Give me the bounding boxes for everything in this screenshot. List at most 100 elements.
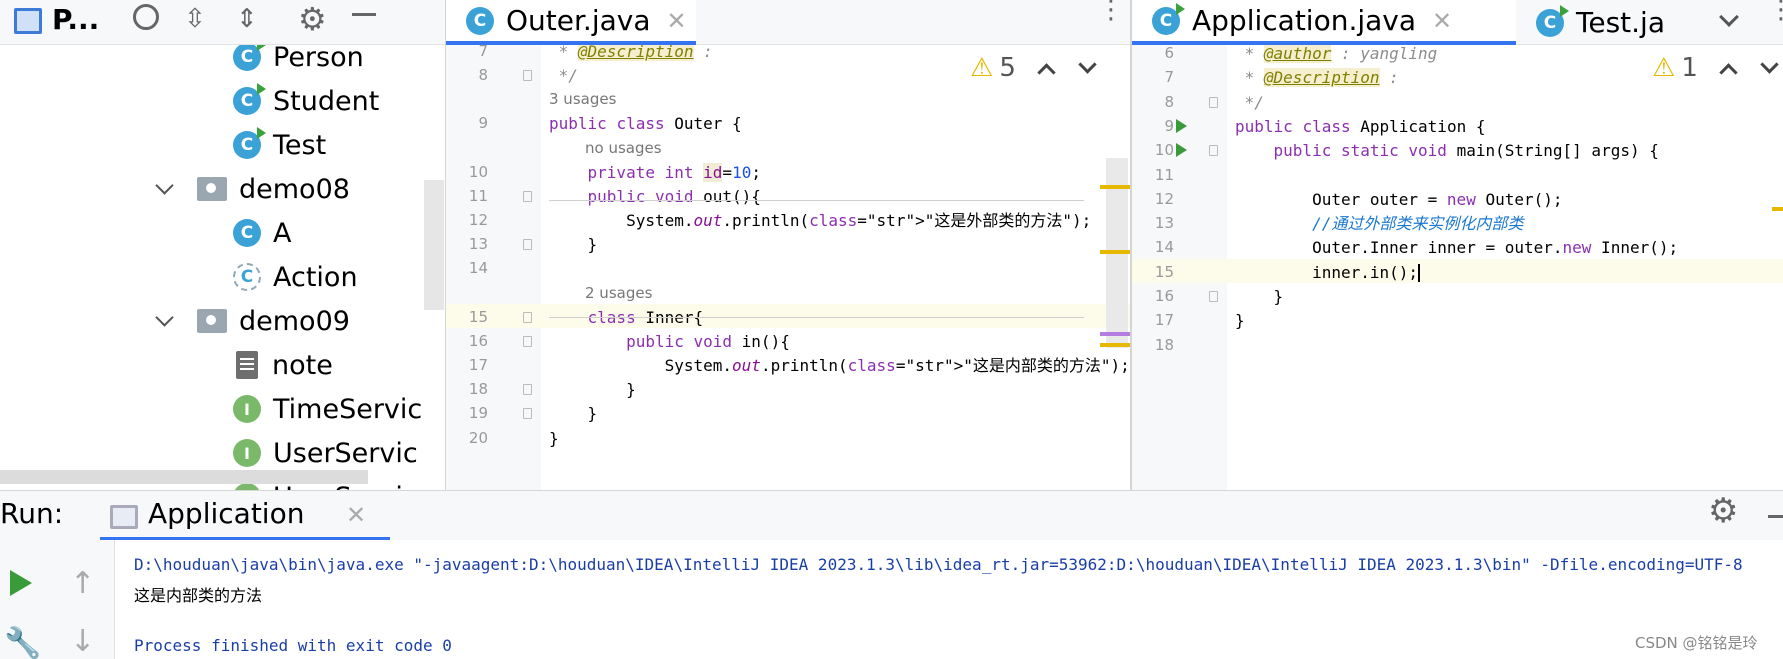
tree-item-note[interactable]: note bbox=[0, 343, 333, 387]
code-line[interactable]: } bbox=[1235, 283, 1284, 310]
fold-marker-icon[interactable] bbox=[523, 311, 532, 323]
left-editor-code[interactable]: * @Description : */3 usages public class … bbox=[541, 45, 1132, 490]
inspection-widget[interactable]: ⚠ 1 bbox=[1652, 53, 1779, 83]
code-line[interactable]: public void in(){ bbox=[549, 328, 790, 355]
console-output-line: 这是内部类的方法 bbox=[134, 586, 263, 605]
fold-marker-icon[interactable] bbox=[1209, 291, 1218, 302]
stripe-marker[interactable] bbox=[1100, 332, 1130, 336]
tree-item-timeservice[interactable]: I TimeServic bbox=[0, 387, 422, 431]
code-line[interactable]: System.out.println(class="str">"这是外部类的方法… bbox=[549, 207, 1091, 234]
stripe-marker[interactable] bbox=[1772, 207, 1783, 211]
fold-marker-icon[interactable] bbox=[523, 70, 532, 82]
run-gutter-icon[interactable] bbox=[1176, 118, 1187, 133]
code-line[interactable]: } bbox=[1235, 307, 1245, 334]
more-tabs-icon[interactable]: ⋮ bbox=[1768, 0, 1783, 23]
chevron-down-icon[interactable] bbox=[1078, 54, 1097, 74]
line-number: 7 bbox=[1164, 68, 1174, 87]
tree-item-userservice[interactable]: I UserServic bbox=[0, 431, 418, 475]
line-number: 16 bbox=[468, 331, 488, 350]
close-icon[interactable]: ✕ bbox=[1432, 7, 1452, 35]
locate-icon[interactable] bbox=[133, 4, 159, 30]
class-icon: C bbox=[233, 127, 266, 159]
run-console[interactable]: D:\houduan\java\bin\java.exe "-javaagent… bbox=[115, 540, 1783, 659]
minimize-icon[interactable] bbox=[1768, 515, 1783, 518]
code-line[interactable]: } bbox=[549, 231, 598, 258]
line-number: 12 bbox=[468, 211, 488, 229]
code-line[interactable]: System.out.println(class="str">"这是内部类的方法… bbox=[549, 352, 1130, 379]
close-icon[interactable]: ✕ bbox=[667, 7, 687, 35]
tab-outer-java[interactable]: C Outer.java ✕ bbox=[446, 0, 696, 45]
fold-marker-icon[interactable] bbox=[1209, 96, 1218, 108]
stripe-marker[interactable] bbox=[1100, 185, 1130, 189]
stripe-marker[interactable] bbox=[1100, 250, 1130, 254]
chevron-up-icon[interactable] bbox=[1719, 62, 1738, 82]
chevron-down-icon[interactable] bbox=[155, 179, 175, 199]
tab-application-java[interactable]: C Application.java ✕ bbox=[1132, 0, 1516, 45]
usage-hint[interactable]: 3 usages bbox=[549, 86, 616, 113]
tree-item-test[interactable]: C Test bbox=[0, 123, 326, 167]
settings-gear-icon[interactable]: ⚙ bbox=[298, 0, 327, 38]
code-line[interactable]: Outer outer = new Outer(); bbox=[1235, 186, 1562, 213]
code-line[interactable]: } bbox=[549, 425, 559, 452]
code-line[interactable]: public void out(){ bbox=[549, 183, 761, 210]
package-folder-icon bbox=[197, 309, 227, 333]
close-icon[interactable]: ✕ bbox=[346, 501, 366, 529]
chevron-up-icon[interactable] bbox=[1037, 62, 1056, 82]
wrench-icon[interactable]: 🔧 bbox=[4, 626, 41, 659]
tree-item-student[interactable]: C Student bbox=[0, 79, 379, 123]
class-icon: C bbox=[1536, 4, 1569, 37]
tree-scrollbar[interactable] bbox=[424, 180, 444, 310]
fold-marker-icon[interactable] bbox=[523, 190, 532, 202]
minimize-icon[interactable] bbox=[352, 13, 376, 16]
fold-marker-icon[interactable] bbox=[523, 239, 532, 251]
fold-marker-icon[interactable] bbox=[1209, 145, 1218, 157]
tree-item-demo09[interactable]: demo09 bbox=[0, 299, 350, 343]
code-line[interactable]: public static void main(String[] args) { bbox=[1235, 137, 1659, 164]
tree-item-action[interactable]: C Action bbox=[0, 255, 358, 299]
code-line[interactable]: } bbox=[549, 376, 636, 403]
tree-item-person[interactable]: C Person bbox=[0, 45, 364, 79]
stripe-marker[interactable] bbox=[1100, 343, 1130, 347]
project-title[interactable]: P... bbox=[52, 3, 99, 36]
console-exit-line: Process finished with exit code 0 bbox=[134, 636, 452, 655]
project-window-icon[interactable] bbox=[14, 8, 42, 34]
panel-divider[interactable] bbox=[1130, 0, 1132, 490]
tab-run-application[interactable]: Application ✕ bbox=[100, 491, 390, 541]
inspection-widget[interactable]: ⚠ 5 bbox=[970, 53, 1097, 83]
tree-item-a[interactable]: CA bbox=[0, 211, 291, 255]
settings-gear-icon[interactable]: ⚙ bbox=[1708, 491, 1738, 531]
code-line[interactable]: inner.in(); bbox=[1235, 259, 1421, 286]
chevron-down-icon[interactable] bbox=[155, 311, 175, 331]
code-line[interactable]: */ bbox=[1235, 89, 1264, 116]
code-line[interactable]: } bbox=[549, 400, 598, 427]
right-editor-code[interactable]: * @author : yangling * @Description : */… bbox=[1227, 45, 1783, 490]
code-line[interactable]: */ bbox=[549, 62, 578, 89]
more-tabs-icon[interactable]: ⋮ bbox=[1098, 0, 1124, 23]
code-line[interactable]: Outer.Inner inner = outer.new Inner(); bbox=[1235, 234, 1678, 261]
tab-label: Test.ja bbox=[1576, 6, 1665, 39]
code-line[interactable]: public class Application { bbox=[1235, 113, 1485, 140]
tree-item-demo08[interactable]: demo08 bbox=[0, 167, 350, 211]
code-line[interactable]: public class Outer { bbox=[549, 110, 742, 137]
tree-hscrollbar[interactable] bbox=[0, 470, 368, 484]
panel-divider[interactable] bbox=[445, 0, 446, 490]
scroll-up-arrow-icon[interactable]: ↑ bbox=[70, 566, 95, 601]
run-side-toolbar: ↑ 🔧 ↓ bbox=[0, 540, 115, 659]
collapse-all-icon[interactable]: ⇕ bbox=[236, 6, 258, 32]
fold-marker-icon[interactable] bbox=[523, 408, 532, 420]
rerun-play-icon[interactable] bbox=[10, 570, 32, 596]
usage-hint[interactable]: no usages bbox=[585, 135, 662, 162]
expand-all-icon[interactable]: ⇳ bbox=[184, 6, 206, 32]
fold-marker-icon[interactable] bbox=[523, 335, 532, 347]
tab-test-java[interactable]: C Test.ja bbox=[1516, 0, 1716, 45]
usage-hint[interactable]: 2 usages bbox=[585, 280, 652, 307]
code-line[interactable]: private int id=10; bbox=[549, 159, 761, 186]
run-gutter-icon[interactable] bbox=[1176, 143, 1187, 158]
code-line[interactable]: //通过外部类来实例化内部类 bbox=[1235, 210, 1523, 237]
code-line[interactable]: * @Description : bbox=[1235, 64, 1399, 91]
chevron-down-icon[interactable] bbox=[1760, 54, 1779, 74]
chevron-down-icon[interactable] bbox=[1719, 7, 1739, 27]
fold-marker-icon[interactable] bbox=[523, 384, 532, 396]
line-number: 17 bbox=[1154, 311, 1174, 330]
scroll-down-arrow-icon[interactable]: ↓ bbox=[70, 624, 95, 659]
